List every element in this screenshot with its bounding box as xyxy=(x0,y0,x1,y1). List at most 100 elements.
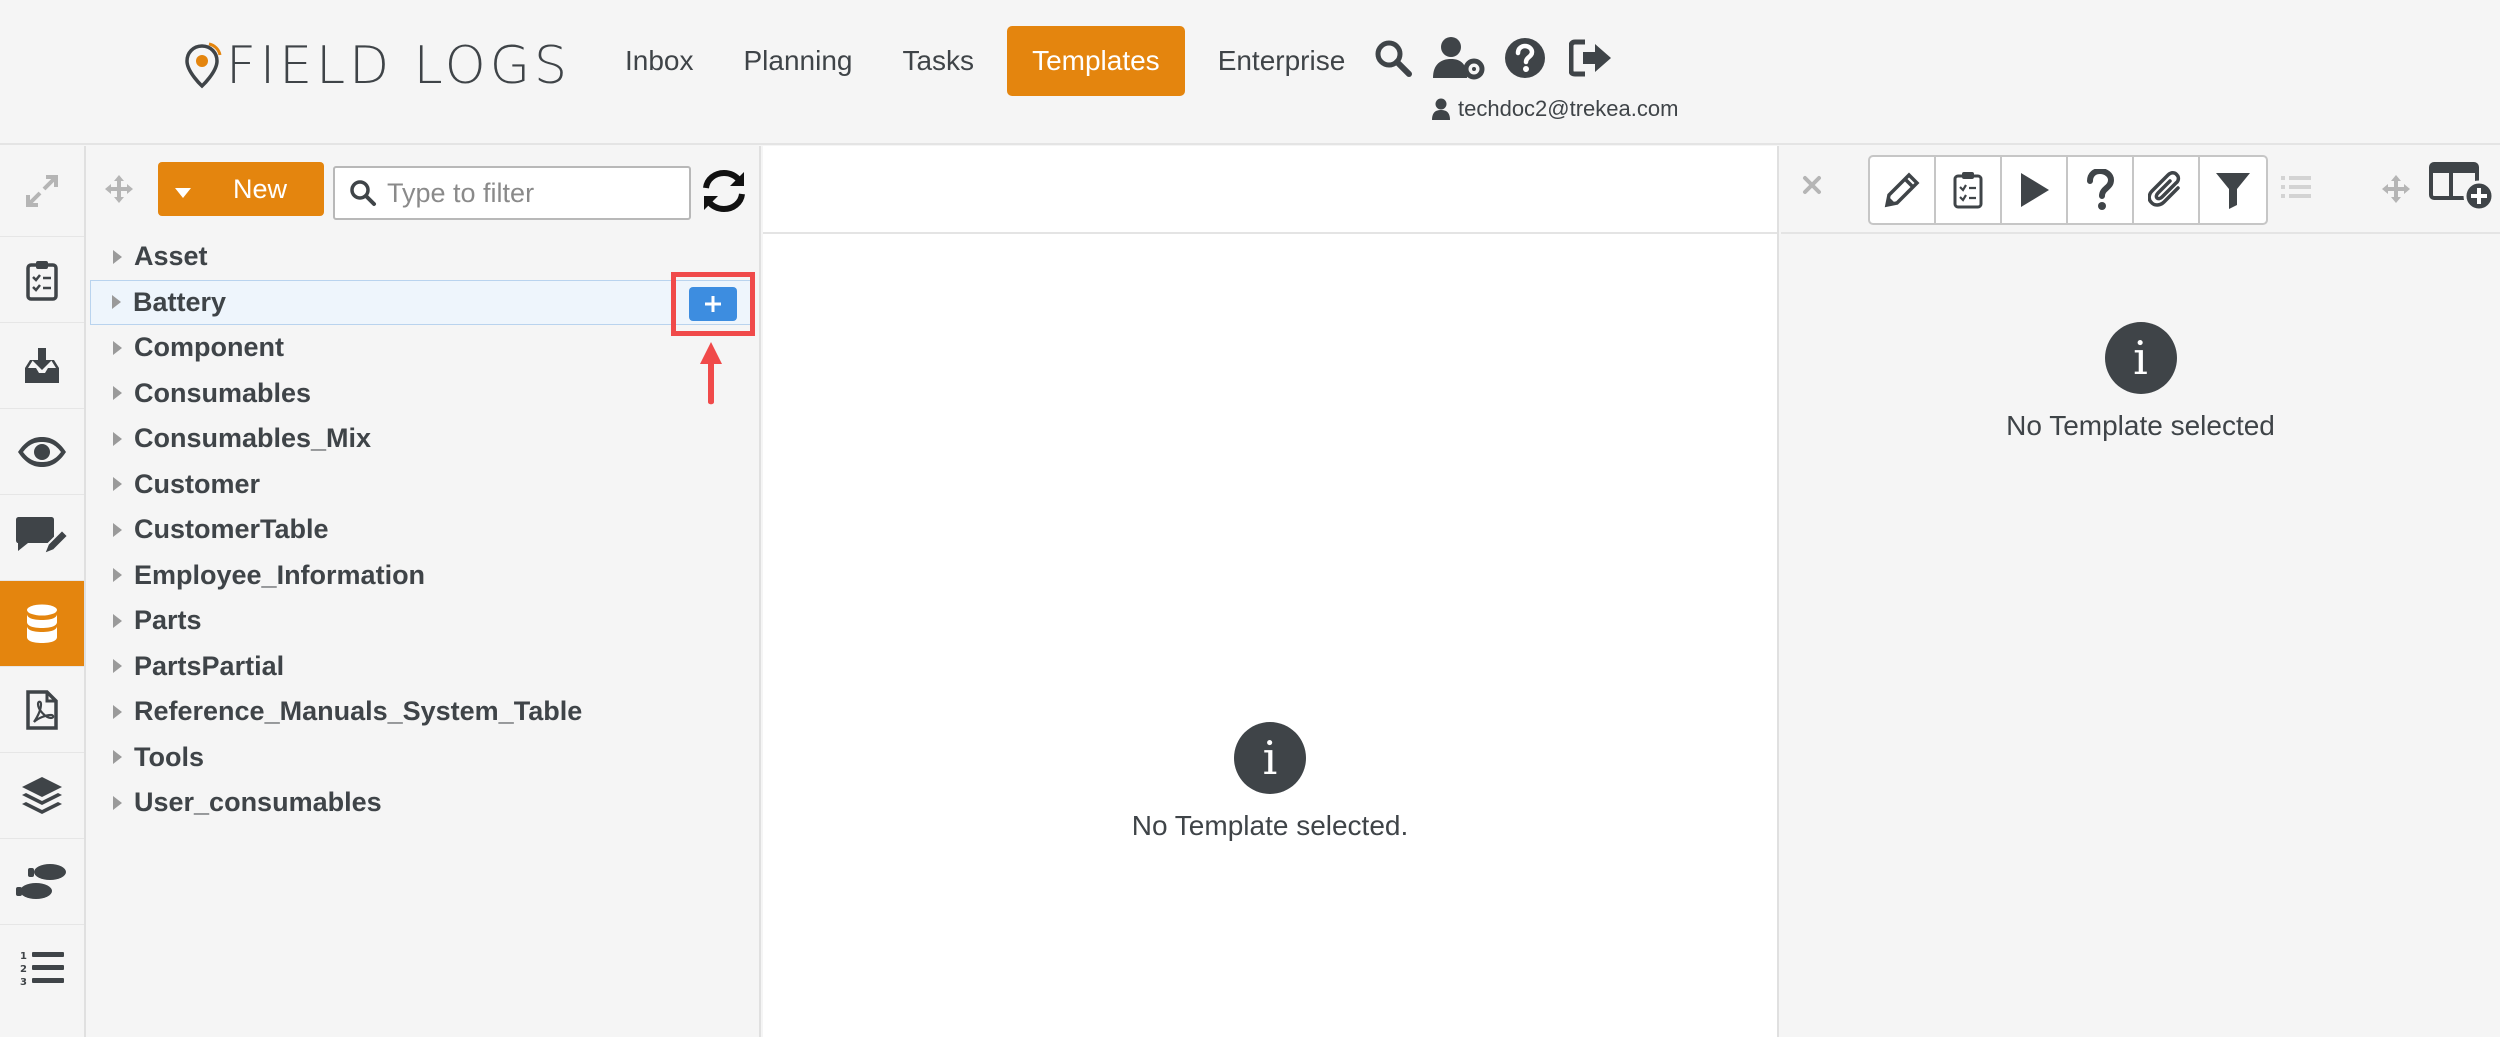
tree-item-customer[interactable]: Customer xyxy=(88,462,759,508)
clipboard-list-icon xyxy=(1953,172,1983,209)
expand-triangle-icon[interactable] xyxy=(91,295,133,310)
current-user: techdoc2@trekea.com xyxy=(1432,96,1678,122)
expand-triangle-icon[interactable] xyxy=(88,522,134,537)
tree-toolbar: New xyxy=(88,146,759,234)
empty-message: No Template selected. xyxy=(1131,810,1409,841)
tree-item-parts[interactable]: Parts xyxy=(88,598,759,644)
inbox-download-icon xyxy=(25,347,59,383)
nav-enterprise[interactable]: Enterprise xyxy=(1193,26,1371,96)
filter-button[interactable] xyxy=(2200,157,2266,223)
help-icon[interactable] xyxy=(1497,30,1553,86)
eye-icon xyxy=(18,436,66,467)
tree-item-asset[interactable]: Asset xyxy=(88,234,759,280)
filter-icon xyxy=(2216,173,2250,209)
tree-item-reference-manuals[interactable]: Reference_Manuals_System_Table xyxy=(88,689,759,735)
sidebar-item-templates[interactable] xyxy=(0,580,84,666)
expand-triangle-icon[interactable] xyxy=(88,386,134,401)
expand-triangle-icon[interactable] xyxy=(88,249,134,264)
details-empty-state: i No Template selected xyxy=(1781,322,2500,442)
expand-triangle-icon[interactable] xyxy=(88,431,134,446)
checklist-button[interactable] xyxy=(1936,157,2002,223)
tree-item-user-consumables[interactable]: User_consumables xyxy=(88,780,759,826)
header-actions xyxy=(1365,30,1629,86)
expand-triangle-icon[interactable] xyxy=(88,795,134,810)
paperclip-icon xyxy=(2148,171,2181,207)
details-empty-message: No Template selected xyxy=(2006,410,2275,441)
template-editor-panel: i No Template selected. xyxy=(763,146,1779,1037)
nav-tasks[interactable]: Tasks xyxy=(877,26,999,96)
nav-planning[interactable]: Planning xyxy=(719,26,878,96)
svg-text:2: 2 xyxy=(20,964,27,975)
svg-text:3: 3 xyxy=(20,977,27,987)
sidebar-item-inbox[interactable] xyxy=(0,322,84,408)
filter-field[interactable] xyxy=(333,166,691,220)
run-button[interactable] xyxy=(2002,157,2068,223)
template-tree-panel: New Asset Battery Component Consumables … xyxy=(88,146,761,1037)
clipboard-check-icon xyxy=(26,260,58,301)
layers-icon xyxy=(22,776,62,814)
expand-triangle-icon[interactable] xyxy=(88,613,134,628)
icon-sidebar: 1 2 3 xyxy=(0,146,86,1037)
expand-triangle-icon[interactable] xyxy=(88,750,134,765)
close-icon[interactable] xyxy=(1797,170,1827,205)
logout-icon[interactable] xyxy=(1563,30,1619,86)
logo-text: FIELD LOGS xyxy=(226,36,571,96)
new-button-label: New xyxy=(232,173,287,204)
database-icon xyxy=(27,604,57,643)
nav-inbox[interactable]: Inbox xyxy=(600,26,719,96)
expand-icon[interactable] xyxy=(0,146,84,236)
tree-item-employee-information[interactable]: Employee_Information xyxy=(88,553,759,599)
tree-item-component[interactable]: Component xyxy=(88,325,759,371)
edit-button[interactable] xyxy=(1870,157,1936,223)
expand-triangle-icon[interactable] xyxy=(88,477,134,492)
tree-item-tools[interactable]: Tools xyxy=(88,735,759,781)
sidebar-item-comments[interactable] xyxy=(0,494,84,580)
pdf-file-icon xyxy=(26,689,58,730)
empty-state: i No Template selected. xyxy=(763,722,1777,842)
sidebar-item-reports[interactable] xyxy=(0,666,84,752)
location-pin-icon xyxy=(185,42,222,89)
tree-item-consumables-mix[interactable]: Consumables_Mix xyxy=(88,416,759,462)
details-panel: i No Template selected xyxy=(1781,146,2500,1037)
main-nav: Inbox Planning Tasks Templates Enterpris… xyxy=(600,26,1370,96)
tree-item-battery[interactable]: Battery xyxy=(90,279,755,325)
add-pane-icon[interactable] xyxy=(2429,160,2495,217)
search-icon xyxy=(350,180,376,206)
search-icon[interactable] xyxy=(1365,30,1421,86)
tree-item-consumables[interactable]: Consumables xyxy=(88,371,759,417)
move-icon[interactable] xyxy=(104,174,134,209)
move-icon[interactable] xyxy=(2381,174,2411,209)
details-tool-group xyxy=(1868,155,2268,225)
expand-triangle-icon[interactable] xyxy=(88,568,134,583)
question-icon xyxy=(2087,169,2115,210)
sidebar-item-tracking[interactable] xyxy=(0,838,84,924)
attach-button[interactable] xyxy=(2134,157,2200,223)
tree-item-partspartial[interactable]: PartsPartial xyxy=(88,644,759,690)
sidebar-item-review[interactable] xyxy=(0,408,84,494)
info-icon: i xyxy=(2104,322,2177,394)
tree-item-customertable[interactable]: CustomerTable xyxy=(88,507,759,553)
expand-triangle-icon[interactable] xyxy=(88,340,134,355)
sidebar-item-lists[interactable]: 1 2 3 xyxy=(0,924,84,1010)
new-template-button[interactable]: New xyxy=(158,162,324,216)
add-child-button[interactable] xyxy=(689,287,737,321)
sidebar-item-layers[interactable] xyxy=(0,752,84,838)
numbered-list-icon: 1 2 3 xyxy=(20,951,64,987)
app-logo[interactable]: FIELD LOGS xyxy=(182,36,571,96)
expand-triangle-icon[interactable] xyxy=(88,659,134,674)
expand-triangle-icon[interactable] xyxy=(88,704,134,719)
help-button[interactable] xyxy=(2068,157,2134,223)
plus-icon xyxy=(705,296,721,312)
caret-down-icon[interactable] xyxy=(158,180,208,198)
sidebar-item-tasks[interactable] xyxy=(0,236,84,322)
refresh-icon[interactable] xyxy=(700,168,748,219)
footprints-icon xyxy=(16,863,66,899)
user-icon xyxy=(1432,98,1450,120)
comments-edit-icon xyxy=(16,516,70,556)
editor-header xyxy=(763,146,1777,234)
user-settings-icon[interactable] xyxy=(1431,30,1487,86)
app-header: FIELD LOGS Inbox Planning Tasks Template… xyxy=(0,0,2500,145)
nav-templates[interactable]: Templates xyxy=(1007,26,1185,96)
filter-input[interactable] xyxy=(387,177,677,209)
list-icon xyxy=(2281,174,2311,205)
